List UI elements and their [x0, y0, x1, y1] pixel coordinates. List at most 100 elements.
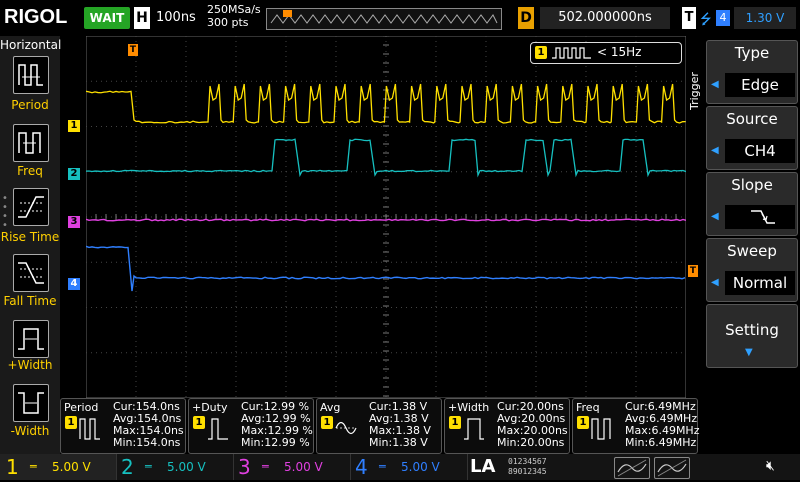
channel-4-offset-marker[interactable]: 4: [68, 278, 80, 290]
trigger-source-badge: 4: [716, 10, 730, 26]
measurement-channel-badge: 1: [577, 416, 589, 429]
rise-time-measure-button[interactable]: [13, 188, 49, 226]
digital-channels-indicator[interactable]: 01234567 89012345: [508, 457, 547, 477]
counter-channel-badge: 1: [535, 46, 547, 59]
horizontal-measure-panel: Horizontal Period Freq • • • • Rise Time Fa…: [0, 36, 60, 454]
rise-time-label: Rise Time: [0, 230, 60, 244]
freq-measure-button[interactable]: [13, 124, 49, 162]
rise-time-icon: [14, 189, 48, 225]
negative-width-icon: [14, 385, 48, 421]
positive-width-icon: [14, 321, 48, 357]
measurement-positive-duty[interactable]: +Duty 1 Cur:12.99 % Avg:12.99 % Max:12.99 …: [188, 398, 314, 454]
slope-title: Slope: [707, 176, 797, 194]
channel-1-settings[interactable]: 1 ═ 5.00 V: [0, 454, 117, 480]
type-title: Type: [707, 44, 797, 62]
measurement-average[interactable]: Avg 1 Cur:1.38 V Avg:1.38 V Max:1.38 V Min:…: [316, 398, 442, 454]
measurement-values: Cur:6.49MHz Avg:6.49MHz Max:6.49MHz Min:6.4…: [625, 401, 699, 449]
channel-2-settings[interactable]: 2 ═ 5.00 V: [117, 454, 234, 480]
fall-time-label: Fall Time: [0, 294, 60, 308]
channel-scale: 5.00 V: [52, 460, 91, 474]
measurement-values: Cur:12.99 % Avg:12.99 % Max:12.99 % Min:12.…: [241, 401, 313, 449]
channel-2-offset-marker[interactable]: 2: [68, 168, 80, 180]
sine-wave-icon: [655, 458, 689, 478]
frequency-icon: [14, 125, 48, 161]
chevron-down-icon: ▼: [745, 347, 753, 358]
fall-time-icon: [14, 255, 48, 291]
left-arrow-icon: ◀: [711, 211, 719, 222]
delay-value[interactable]: 502.000000ns: [540, 7, 670, 29]
trigger-type-control[interactable]: Type ◀ Edge: [706, 40, 798, 104]
trigger-level-marker[interactable]: T: [688, 265, 698, 277]
coupling-icon: ═: [379, 460, 386, 473]
trigger-setting-button[interactable]: Setting ▼: [706, 304, 798, 368]
source-value[interactable]: CH4: [725, 139, 795, 163]
coupling-icon: ═: [145, 460, 152, 473]
period-icon: [79, 415, 101, 441]
sample-rate-info: 250MSa/s 300 pts: [207, 3, 261, 29]
more-items-indicator: • • • •: [2, 194, 8, 230]
timebase-value[interactable]: 100ns: [156, 10, 196, 25]
fall-time-measure-button[interactable]: [13, 254, 49, 292]
trigger-position-marker[interactable]: T: [128, 44, 138, 56]
measurement-period[interactable]: Period 1 Cur:154.0ns Avg:154.0ns Max:154.0…: [60, 398, 186, 454]
negative-width-measure-button[interactable]: [13, 384, 49, 422]
type-value[interactable]: Edge: [725, 73, 795, 97]
average-sine-icon: [335, 415, 357, 441]
trigger-label: T: [682, 7, 696, 29]
measurement-name: Avg: [320, 401, 340, 414]
memory-overview-bar[interactable]: [266, 8, 502, 30]
measurement-name: +Width: [448, 401, 489, 414]
coupling-icon: ═: [262, 460, 269, 473]
memory-waveform-icon: [267, 9, 501, 29]
measurement-channel-badge: 1: [193, 416, 205, 429]
channel-number: 3: [238, 454, 251, 480]
channel-number: 4: [355, 454, 368, 480]
trigger-sweep-control[interactable]: Sweep ◀ Normal: [706, 238, 798, 302]
channel-number: 2: [121, 454, 134, 480]
sweep-value[interactable]: Normal: [725, 271, 795, 295]
trigger-slope-control[interactable]: Slope ◀: [706, 172, 798, 236]
measurement-values: Cur:20.00ns Avg:20.00ns Max:20.00ns Min:20.…: [497, 401, 568, 449]
slope-value[interactable]: [725, 205, 795, 229]
measurement-channel-badge: 1: [321, 416, 333, 429]
counter-value: < 15Hz: [597, 45, 641, 59]
measurement-name: Freq: [576, 401, 600, 414]
channel-number: 1: [6, 454, 19, 480]
measurement-positive-width[interactable]: +Width 1 Cur:20.00ns Avg:20.00ns Max:20.00…: [444, 398, 570, 454]
channel-4-settings[interactable]: 4 ═ 5.00 V: [351, 454, 468, 480]
freq-label: Freq: [0, 164, 60, 178]
sweep-title: Sweep: [707, 242, 797, 260]
channel-3-settings[interactable]: 3 ═ 5.00 V: [234, 454, 351, 480]
frequency-counter: 1 < 15Hz: [530, 42, 682, 64]
delay-label: D: [518, 7, 534, 29]
duty-cycle-icon: [207, 415, 229, 441]
trigger-source-control[interactable]: Source ◀ CH4: [706, 106, 798, 170]
coupling-icon: ═: [30, 460, 37, 473]
period-measure-button[interactable]: [13, 56, 49, 94]
generator-2-button[interactable]: [654, 457, 690, 479]
measurement-name: Period: [64, 401, 98, 414]
positive-width-measure-button[interactable]: [13, 320, 49, 358]
waveform-display[interactable]: [86, 36, 686, 398]
horizontal-label: H: [134, 7, 150, 29]
channel-scale: 5.00 V: [284, 460, 323, 474]
measurement-frequency[interactable]: Freq 1 Cur:6.49MHz Avg:6.49MHz Max:6.49MHz…: [572, 398, 698, 454]
positive-width-icon: [463, 415, 485, 441]
brand-logo: RIGOL: [4, 6, 67, 29]
trigger-edge-icon: ⭍: [700, 9, 712, 33]
logic-analyzer-button[interactable]: LA: [470, 456, 495, 477]
channel-1-offset-marker[interactable]: 1: [68, 120, 80, 132]
pulse-train-icon: [551, 46, 593, 60]
generator-1-button[interactable]: [614, 457, 650, 479]
left-arrow-icon: ◀: [711, 277, 719, 288]
speaker-muted-icon[interactable]: 🔇︎: [766, 458, 775, 474]
measurement-values: Cur:154.0ns Avg:154.0ns Max:154.0ns Min:154…: [113, 401, 184, 449]
trigger-level-value[interactable]: 1.30 V: [734, 7, 796, 29]
frequency-icon: [591, 415, 613, 441]
left-arrow-icon: ◀: [711, 79, 719, 90]
channel-scale: 5.00 V: [167, 460, 206, 474]
channel-scale: 5.00 V: [401, 460, 440, 474]
trigger-menu-title: Trigger: [688, 46, 700, 136]
channel-3-offset-marker[interactable]: 3: [68, 216, 80, 228]
source-title: Source: [707, 110, 797, 128]
